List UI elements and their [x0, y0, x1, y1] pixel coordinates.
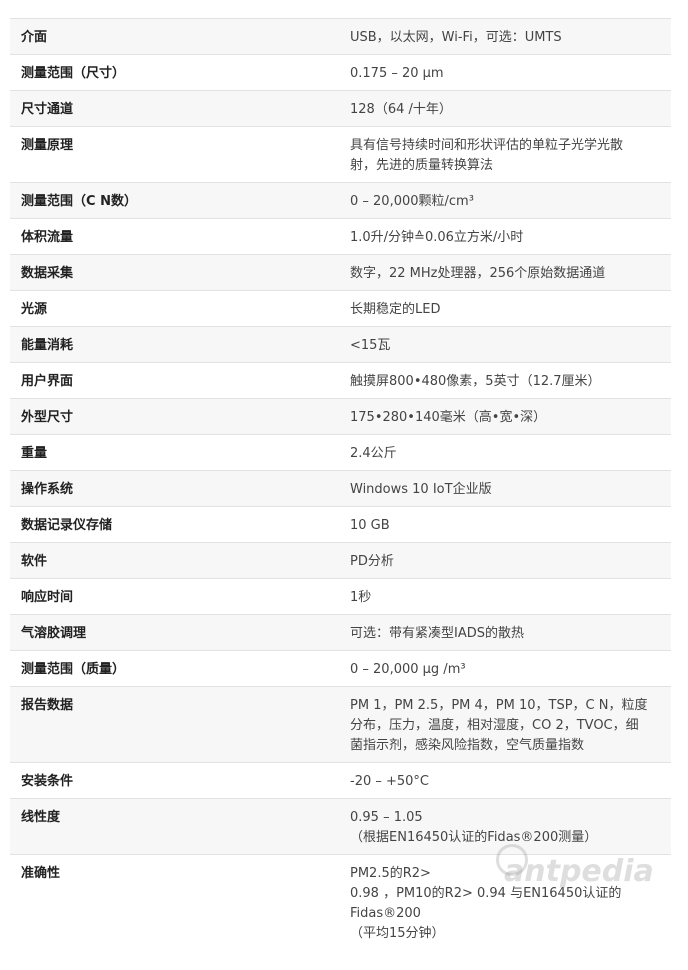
spec-row: 测量范围（尺寸） 0.175 – 20 µm	[10, 55, 671, 91]
spec-value-line: 0 – 20,000 µg /m³	[350, 660, 663, 680]
spec-value: Windows 10 IoT企业版	[339, 471, 671, 507]
spec-value-line: 数字，22 MHz处理器，256个原始数据通道	[350, 264, 663, 284]
spec-row: 准确性PM2.5的R2>0.98 ，PM10的R2> 0.94 与EN16450…	[10, 855, 671, 970]
spec-label: 数据采集	[10, 255, 339, 291]
spec-value: <15瓦	[339, 327, 671, 363]
spec-value-line: 0.175 – 20 µm	[350, 64, 663, 84]
spec-value-line: 触摸屏800•480像素，5英寸（12.7厘米）	[350, 372, 663, 392]
spec-value: 175•280•140毫米（高•宽•深）	[339, 399, 671, 435]
spec-row: 响应时间 1秒	[10, 579, 671, 615]
spec-row: 安装条件 -20 – +50°C	[10, 763, 671, 799]
spec-value: PM2.5的R2>0.98 ，PM10的R2> 0.94 与EN16450认证的…	[339, 855, 671, 970]
spec-value-line: PD分析	[350, 552, 663, 572]
spec-value-line: Fidas®200	[350, 904, 663, 924]
spec-value-line: 0 – 20,000颗粒/cm³	[350, 192, 663, 212]
spec-value: 0.95 – 1.05（根据EN16450认证的Fidas®200测量）	[339, 799, 671, 855]
spec-row: 用户界面触摸屏800•480像素，5英寸（12.7厘米）	[10, 363, 671, 399]
spec-value: 数字，22 MHz处理器，256个原始数据通道	[339, 255, 671, 291]
spec-value-line: <15瓦	[350, 336, 663, 356]
spec-value: 可选：带有紧凑型IADS的散热	[339, 615, 671, 651]
spec-table-body: 介面 USB，以太网，Wi-Fi，可选：UMTS 测量范围（尺寸） 0.175 – 2…	[10, 19, 671, 970]
spec-row: 能量消耗 <15瓦	[10, 327, 671, 363]
spec-value: 0 – 20,000颗粒/cm³	[339, 183, 671, 219]
spec-label: 响应时间	[10, 579, 339, 615]
spec-value: PD分析	[339, 543, 671, 579]
spec-label: 介面	[10, 19, 339, 55]
spec-value-line: 10 GB	[350, 516, 663, 536]
spec-row: 外型尺寸 175•280•140毫米（高•宽•深）	[10, 399, 671, 435]
spec-value-line: PM2.5的R2>	[350, 864, 663, 884]
spec-label: 测量原理	[10, 127, 339, 183]
spec-value-line: USB，以太网，Wi-Fi，可选：UMTS	[350, 28, 663, 48]
spec-value: 1秒	[339, 579, 671, 615]
spec-value-line: 具有信号持续时间和形状评估的单粒子光学光散	[350, 136, 663, 156]
spec-label: 气溶胶调理	[10, 615, 339, 651]
spec-value-line: 175•280•140毫米（高•宽•深）	[350, 408, 663, 428]
spec-label: 安装条件	[10, 763, 339, 799]
spec-value: USB，以太网，Wi-Fi，可选：UMTS	[339, 19, 671, 55]
spec-value-line: 菌指示剂，感染风险指数，空气质量指数	[350, 736, 663, 756]
spec-value: 触摸屏800•480像素，5英寸（12.7厘米）	[339, 363, 671, 399]
spec-label: 线性度	[10, 799, 339, 855]
spec-row: 线性度0.95 – 1.05（根据EN16450认证的Fidas®200测量）	[10, 799, 671, 855]
spec-label: 光源	[10, 291, 339, 327]
spec-value-line: 1秒	[350, 588, 663, 608]
spec-value-line: 分布，压力，温度，相对湿度，CO 2，TVOC，细	[350, 716, 663, 736]
spec-value: 2.4公斤	[339, 435, 671, 471]
spec-row: 重量 2.4公斤	[10, 435, 671, 471]
spec-label: 能量消耗	[10, 327, 339, 363]
spec-label: 报告数据	[10, 687, 339, 763]
spec-value: 0.175 – 20 µm	[339, 55, 671, 91]
spec-value: 长期稳定的LED	[339, 291, 671, 327]
spec-row: 气溶胶调理可选：带有紧凑型IADS的散热	[10, 615, 671, 651]
spec-value: 具有信号持续时间和形状评估的单粒子光学光散射，先进的质量转换算法	[339, 127, 671, 183]
spec-value: 1.0升/分钟≙0.06立方米/小时	[339, 219, 671, 255]
spec-value: 10 GB	[339, 507, 671, 543]
spec-label: 软件	[10, 543, 339, 579]
spec-row: 操作系统 Windows 10 IoT企业版	[10, 471, 671, 507]
spec-row: 体积流量 1.0升/分钟≙0.06立方米/小时	[10, 219, 671, 255]
spec-row: 报告数据PM 1，PM 2.5，PM 4，PM 10，TSP，C N，粒度分布，…	[10, 687, 671, 763]
spec-value-line: 0.98 ，PM10的R2> 0.94 与EN16450认证的	[350, 884, 663, 904]
spec-value-line: 0.95 – 1.05	[350, 808, 663, 828]
spec-row: 数据记录仪存储 10 GB	[10, 507, 671, 543]
spec-value-line: 2.4公斤	[350, 444, 663, 464]
spec-label: 测量范围（C N数）	[10, 183, 339, 219]
spec-value-line: 长期稳定的LED	[350, 300, 663, 320]
spec-row: 介面 USB，以太网，Wi-Fi，可选：UMTS	[10, 19, 671, 55]
spec-value-line: （根据EN16450认证的Fidas®200测量）	[350, 828, 663, 848]
spec-value: 128（64 /十年）	[339, 91, 671, 127]
spec-label: 准确性	[10, 855, 339, 970]
spec-label: 测量范围（尺寸）	[10, 55, 339, 91]
spec-value: PM 1，PM 2.5，PM 4，PM 10，TSP，C N，粒度分布，压力，温…	[339, 687, 671, 763]
spec-value-line: 128（64 /十年）	[350, 100, 663, 120]
spec-label: 外型尺寸	[10, 399, 339, 435]
spec-label: 尺寸通道	[10, 91, 339, 127]
spec-row: 尺寸通道 128（64 /十年）	[10, 91, 671, 127]
spec-value-line: 射，先进的质量转换算法	[350, 156, 663, 176]
spec-row: 测量原理具有信号持续时间和形状评估的单粒子光学光散射，先进的质量转换算法	[10, 127, 671, 183]
spec-label: 数据记录仪存储	[10, 507, 339, 543]
spec-value-line: 可选：带有紧凑型IADS的散热	[350, 624, 663, 644]
spec-label: 用户界面	[10, 363, 339, 399]
spec-label: 操作系统	[10, 471, 339, 507]
spec-label: 体积流量	[10, 219, 339, 255]
spec-label: 重量	[10, 435, 339, 471]
spec-value: -20 – +50°C	[339, 763, 671, 799]
spec-value-line: PM 1，PM 2.5，PM 4，PM 10，TSP，C N，粒度	[350, 696, 663, 716]
spec-row: 测量范围（C N数） 0 – 20,000颗粒/cm³	[10, 183, 671, 219]
spec-label: 测量范围（质量）	[10, 651, 339, 687]
spec-row: 测量范围（质量） 0 – 20,000 µg /m³	[10, 651, 671, 687]
spec-table: 介面 USB，以太网，Wi-Fi，可选：UMTS 测量范围（尺寸） 0.175 – 2…	[10, 18, 671, 970]
spec-value-line: Windows 10 IoT企业版	[350, 480, 663, 500]
spec-value-line: -20 – +50°C	[350, 772, 663, 792]
spec-row: 软件 PD分析	[10, 543, 671, 579]
spec-value-line: 1.0升/分钟≙0.06立方米/小时	[350, 228, 663, 248]
spec-value: 0 – 20,000 µg /m³	[339, 651, 671, 687]
spec-value-line: （平均15分钟）	[350, 924, 663, 944]
spec-row: 数据采集数字，22 MHz处理器，256个原始数据通道	[10, 255, 671, 291]
spec-row: 光源长期稳定的LED	[10, 291, 671, 327]
